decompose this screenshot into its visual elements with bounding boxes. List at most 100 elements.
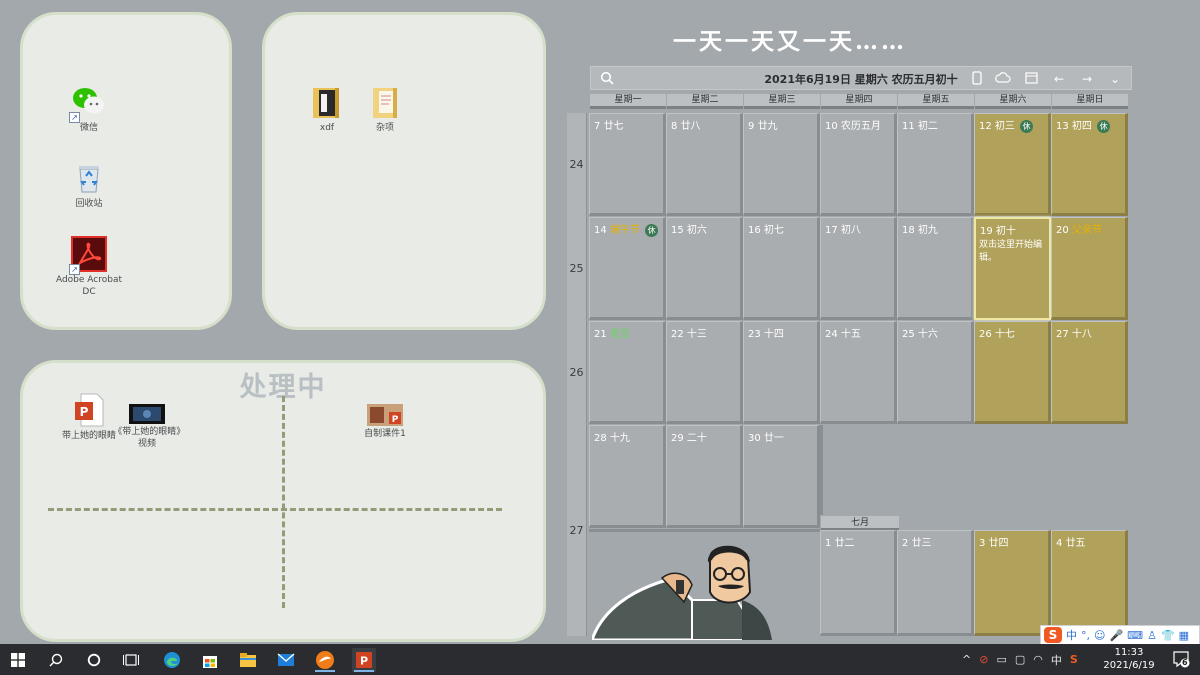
microphone-icon[interactable]: 🎤 (1109, 629, 1123, 642)
desktop-icon-adobe-acrobat[interactable]: ↗ Adobe Acrobat DC (54, 236, 124, 298)
day-cell[interactable]: 21 夏至 (589, 321, 666, 424)
ppt-thumb-icon: P (367, 404, 403, 426)
day-cell[interactable]: 23 十四 (743, 321, 820, 424)
day-note[interactable]: 双击这里开始编辑。 (979, 239, 1049, 265)
desktop-icon-wechat[interactable]: ↗ 微信 (54, 84, 124, 134)
calendar-slogan: 一天一天又一天…… (673, 28, 907, 55)
day-cell[interactable]: 13 初四 休 (1051, 113, 1128, 216)
cartoon-figure-illustration (589, 540, 822, 642)
sogou-logo-icon[interactable]: S (1044, 627, 1062, 643)
day-cell[interactable]: 22 十三 (666, 321, 743, 424)
month-divider (589, 529, 821, 532)
day-cell[interactable]: 24 十五 (820, 321, 897, 424)
day-cell[interactable]: 17 初八 (820, 217, 897, 320)
powerpoint-icon[interactable]: P (352, 648, 376, 672)
task-view-icon[interactable] (119, 648, 143, 672)
notification-count: 6 (1182, 658, 1188, 667)
search-icon[interactable] (44, 648, 68, 672)
calendar-title: 2021年6月19日 星期六 农历五月初十 (764, 73, 958, 86)
day-cell[interactable]: 26 十七 (974, 321, 1051, 424)
day-cell[interactable]: 15 初六 (666, 217, 743, 320)
user-icon[interactable]: ♙ (1147, 629, 1157, 642)
desktop-icon-label: 自制课件1 (364, 429, 406, 439)
svg-text:P: P (392, 415, 399, 425)
display-icon[interactable]: ▢ (1015, 653, 1025, 666)
thunderbird-app-icon[interactable] (313, 648, 337, 672)
punctuation-icon[interactable]: °, (1081, 629, 1090, 642)
desktop-icon-label: 《带上她的眼睛》视频 (113, 427, 181, 449)
cloud-icon[interactable] (995, 71, 1011, 87)
day-cell[interactable]: 28 十九 (589, 425, 666, 528)
rest-day-badge: 休 (645, 223, 659, 237)
calendar-icon[interactable] (1023, 71, 1039, 87)
holiday-label: 端午节 (609, 225, 640, 236)
weekday-label: 星期六 (975, 94, 1051, 109)
day-cell[interactable]: 12 初三 休 (974, 113, 1051, 216)
chevron-up-icon[interactable]: ^ (962, 653, 971, 666)
weekday-label: 星期日 (1052, 94, 1128, 109)
day-cell-today[interactable]: 19 初十 双击这里开始编辑。 (974, 217, 1051, 320)
keyboard-icon[interactable]: ⌨ (1127, 629, 1143, 642)
solar-term-label: 夏至 (609, 329, 630, 340)
day-cell[interactable]: 9 廿九 (743, 113, 820, 216)
tray-language[interactable]: 中 (1051, 652, 1062, 668)
day-cell[interactable]: 3 廿四 (974, 530, 1051, 636)
edge-browser-icon[interactable] (160, 648, 184, 672)
active-indicator (354, 670, 374, 672)
week-number-label: 24 (569, 158, 584, 171)
desktop-icon-folder-misc[interactable]: 杂项 (350, 84, 420, 134)
microsoft-store-icon[interactable] (198, 648, 222, 672)
wifi-icon[interactable]: ◠ (1033, 653, 1043, 666)
desktop-icon-label: 杂项 (375, 123, 394, 133)
chevron-down-icon[interactable]: ⌄ (1107, 71, 1123, 87)
desktop-icon-ppt-workshop[interactable]: P 自制课件1 (350, 404, 420, 440)
weekday-label: 星期二 (667, 94, 743, 109)
day-cell[interactable]: 25 十六 (897, 321, 974, 424)
recycle-bin-icon (71, 160, 107, 196)
toolbox-icon[interactable]: ▦ (1179, 629, 1189, 642)
desktop-icon-recycle-bin[interactable]: 回收站 (54, 160, 124, 210)
network-error-icon[interactable]: ⊘ (979, 653, 988, 666)
file-explorer-icon[interactable] (236, 648, 260, 672)
folder-icon (367, 84, 403, 120)
day-cell[interactable]: 20 父亲节 (1051, 217, 1128, 320)
sogou-tray-icon[interactable]: S (1070, 653, 1078, 666)
ime-language-toggle[interactable]: 中 (1066, 627, 1077, 643)
battery-icon[interactable]: ▭ (996, 653, 1006, 666)
day-cell[interactable]: 14 端午节 休 (589, 217, 666, 320)
weekday-label: 星期三 (744, 94, 820, 109)
day-cell[interactable]: 18 初九 (897, 217, 974, 320)
day-cell[interactable]: 1 廿二 (820, 530, 897, 636)
day-cell[interactable]: 11 初二 (897, 113, 974, 216)
action-center-icon[interactable]: 6 (1172, 650, 1190, 668)
next-month-tab: 七月 (821, 516, 899, 530)
fence-divider-horizontal (48, 508, 502, 511)
cortana-icon[interactable] (82, 648, 106, 672)
arrow-right-icon[interactable]: → (1079, 71, 1095, 87)
fence-apps (20, 12, 232, 330)
fence-divider-vertical (282, 396, 285, 608)
day-cell[interactable]: 27 十八 (1051, 321, 1128, 424)
week-number-label: 27 (569, 524, 584, 537)
mail-icon[interactable] (274, 648, 298, 672)
weekday-header-row: 星期一 星期二 星期三 星期四 星期五 星期六 星期日 (590, 94, 1132, 109)
day-cell[interactable]: 4 廿五 (1051, 530, 1128, 636)
desktop-icon-label: 微信 (79, 123, 98, 133)
month-divider (820, 425, 823, 515)
active-indicator (315, 670, 335, 672)
arrow-left-icon[interactable]: ← (1051, 71, 1067, 87)
day-cell[interactable]: 10 农历五月 (820, 113, 897, 216)
phone-icon[interactable] (969, 71, 985, 87)
taskbar-clock[interactable]: 11:33 2021/6/19 (1094, 646, 1164, 672)
desktop-icon-video-file[interactable]: 《带上她的眼睛》视频 (112, 404, 182, 450)
ime-toolbar[interactable]: S 中 °, ☺ 🎤 ⌨ ♙ 👕 ▦ (1040, 625, 1200, 645)
windows-start-icon[interactable] (6, 648, 30, 672)
skin-icon[interactable]: 👕 (1161, 629, 1175, 642)
day-cell[interactable]: 29 二十 (666, 425, 743, 528)
day-cell[interactable]: 8 廿八 (666, 113, 743, 216)
day-cell[interactable]: 7 廿七 (589, 113, 666, 216)
emoji-icon[interactable]: ☺ (1094, 629, 1105, 642)
day-cell[interactable]: 16 初七 (743, 217, 820, 320)
day-cell[interactable]: 30 廿一 (743, 425, 820, 528)
day-cell[interactable]: 2 廿三 (897, 530, 974, 636)
